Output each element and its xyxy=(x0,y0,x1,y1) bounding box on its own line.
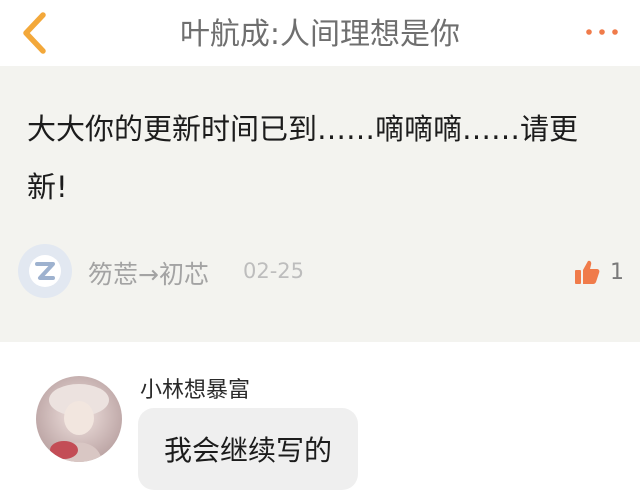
comment-date: 02-25 xyxy=(243,259,305,283)
comment-author-name[interactable]: 笏莣→初芯 xyxy=(88,255,209,291)
top-bar: 叶航成:人间理想是你 xyxy=(0,0,640,66)
comment-text: 大大你的更新时间已到……嘀嘀嘀……请更新! xyxy=(27,112,579,204)
comment-meta: 笏莣→初芯 02-25 1 xyxy=(18,244,628,300)
more-dots-icon xyxy=(586,29,618,35)
user-photo-avatar xyxy=(36,376,122,462)
avatar[interactable] xyxy=(18,244,72,298)
comment-card: 大大你的更新时间已到……嘀嘀嘀……请更新! 笏莣→初芯 02-25 1 xyxy=(0,66,640,342)
reply-item: 小林想暴富 我会继续写的 xyxy=(0,342,640,495)
reply-bubble: 我会继续写的 xyxy=(138,408,359,490)
thumbs-up-icon xyxy=(575,260,600,284)
more-button[interactable] xyxy=(582,14,622,50)
avatar[interactable] xyxy=(36,376,122,462)
chevron-left-icon xyxy=(23,12,46,54)
like-button[interactable]: 1 xyxy=(574,256,624,288)
default-avatar-icon xyxy=(29,255,61,287)
back-button[interactable] xyxy=(14,10,54,56)
reply-author-name[interactable]: 小林想暴富 xyxy=(140,372,250,404)
like-count: 1 xyxy=(610,259,624,285)
page-title: 叶航成:人间理想是你 xyxy=(179,17,461,52)
